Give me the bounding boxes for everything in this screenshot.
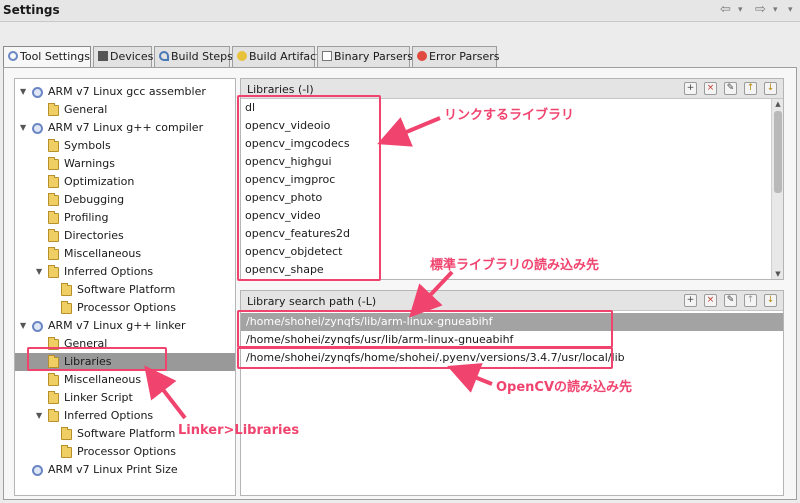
- folder-icon: [48, 229, 59, 242]
- annotation-link-libraries: リンクするライブラリ: [444, 108, 575, 123]
- add-library-button[interactable]: +: [684, 82, 697, 95]
- scroll-up-icon[interactable]: ▲: [773, 99, 783, 109]
- annotation-linker-libraries: Linker>Libraries: [178, 423, 300, 438]
- expand-icon[interactable]: ▼: [20, 119, 26, 137]
- tree-node-gpp-compiler[interactable]: ▼ ARM v7 Linux g++ compiler: [15, 119, 235, 137]
- library-paths-title: Library search path (-L): [247, 295, 377, 308]
- annotation-opencv-path: OpenCVの読み込み先: [496, 380, 633, 395]
- back-arrow-icon[interactable]: ⇦: [720, 2, 731, 17]
- folder-icon: [48, 409, 59, 422]
- tree-node-debugging[interactable]: Debugging: [15, 191, 235, 209]
- tree-node-linker-script[interactable]: Linker Script: [15, 389, 235, 407]
- expand-icon[interactable]: ▼: [36, 407, 42, 425]
- folder-icon: [48, 391, 59, 404]
- build-artifact-icon: [237, 51, 247, 61]
- back-dropdown-icon[interactable]: ▾: [738, 5, 743, 15]
- expand-icon[interactable]: ▼: [36, 263, 42, 281]
- std-paths-highlight-box: [237, 310, 613, 348]
- tree-node-gpp-linker[interactable]: ▼ ARM v7 Linux g++ linker: [15, 317, 235, 335]
- folder-icon: [48, 103, 59, 116]
- folder-icon: [48, 247, 59, 260]
- tree-node-gcc-assembler[interactable]: ▼ ARM v7 Linux gcc assembler: [15, 83, 235, 101]
- folder-icon: [48, 373, 59, 386]
- folder-icon: [48, 265, 59, 278]
- move-down-library-button[interactable]: ↓: [764, 82, 777, 95]
- settings-tabs: Tool Settings Devices Build Steps Build …: [3, 46, 797, 68]
- tree-node-general[interactable]: General: [15, 101, 235, 119]
- tab-build-steps[interactable]: Build Steps: [154, 46, 233, 67]
- tree-node-software-platform[interactable]: Software Platform: [15, 281, 235, 299]
- delete-library-button[interactable]: ×: [704, 82, 717, 95]
- forward-dropdown-icon[interactable]: ▾: [773, 5, 778, 15]
- folder-icon: [61, 445, 72, 458]
- scroll-down-icon[interactable]: ▼: [773, 269, 783, 279]
- tab-error-parsers[interactable]: Error Parsers: [412, 46, 499, 67]
- library-paths-header: Library search path (-L) + × ✎ ↑ ↓: [241, 291, 783, 311]
- tree-node-linker-miscellaneous[interactable]: Miscellaneous: [15, 371, 235, 389]
- tree-node-print-size[interactable]: ARM v7 Linux Print Size: [15, 461, 235, 479]
- folder-icon: [48, 157, 59, 170]
- tree-node-inferred-options[interactable]: ▼ Inferred Options: [15, 263, 235, 281]
- forward-arrow-icon[interactable]: ⇨: [755, 2, 766, 17]
- move-down-path-button[interactable]: ↓: [764, 294, 777, 307]
- build-steps-icon: [159, 51, 169, 61]
- tab-tool-settings[interactable]: Tool Settings: [3, 46, 91, 68]
- gear-icon: [32, 465, 43, 476]
- tool-settings-icon: [8, 51, 18, 61]
- folder-icon: [61, 301, 72, 314]
- folder-icon: [61, 427, 72, 440]
- edit-library-button[interactable]: ✎: [724, 82, 737, 95]
- tree-node-directories[interactable]: Directories: [15, 227, 235, 245]
- scroll-thumb[interactable]: [774, 111, 782, 193]
- folder-icon: [48, 211, 59, 224]
- window-title: Settings: [3, 3, 60, 17]
- tab-devices[interactable]: Devices: [93, 46, 153, 67]
- view-menu-icon[interactable]: ▾: [788, 5, 793, 15]
- tab-binary-parsers[interactable]: Binary Parsers: [317, 46, 413, 67]
- tree-node-profiling[interactable]: Profiling: [15, 209, 235, 227]
- folder-icon: [48, 175, 59, 188]
- error-parsers-icon: [417, 51, 427, 61]
- folder-icon: [61, 283, 72, 296]
- binary-parsers-icon: [322, 51, 332, 61]
- tree-node-warnings[interactable]: Warnings: [15, 155, 235, 173]
- edit-path-button[interactable]: ✎: [724, 294, 737, 307]
- opencv-path-highlight-box: [237, 347, 613, 369]
- add-path-button[interactable]: +: [684, 294, 697, 307]
- tree-node-optimization[interactable]: Optimization: [15, 173, 235, 191]
- tree-node-miscellaneous[interactable]: Miscellaneous: [15, 245, 235, 263]
- folder-icon: [48, 193, 59, 206]
- annotation-std-lib-path: 標準ライブラリの読み込み先: [430, 258, 600, 273]
- move-up-path-button[interactable]: ↑: [744, 294, 757, 307]
- title-bar: Settings ⇦ ▾ ⇨ ▾ ▾: [0, 0, 800, 22]
- gear-icon: [32, 123, 43, 134]
- gear-icon: [32, 87, 43, 98]
- tree-node-linker-processor-options[interactable]: Processor Options: [15, 443, 235, 461]
- delete-path-button[interactable]: ×: [704, 294, 717, 307]
- tab-build-artifact[interactable]: Build Artifact: [232, 46, 321, 67]
- tool-settings-content: ▼ ARM v7 Linux gcc assembler General ▼ A…: [3, 67, 797, 500]
- libraries-scrollbar[interactable]: ▲ ▼: [771, 99, 783, 279]
- gear-icon: [32, 321, 43, 332]
- libraries-highlight-box: [237, 95, 381, 281]
- tree-node-symbols[interactable]: Symbols: [15, 137, 235, 155]
- expand-icon[interactable]: ▼: [20, 317, 26, 335]
- folder-icon: [48, 139, 59, 152]
- devices-icon: [98, 51, 108, 61]
- tree-node-processor-options[interactable]: Processor Options: [15, 299, 235, 317]
- expand-icon[interactable]: ▼: [20, 83, 26, 101]
- move-up-library-button[interactable]: ↑: [744, 82, 757, 95]
- libraries-node-highlight-box: [27, 347, 167, 371]
